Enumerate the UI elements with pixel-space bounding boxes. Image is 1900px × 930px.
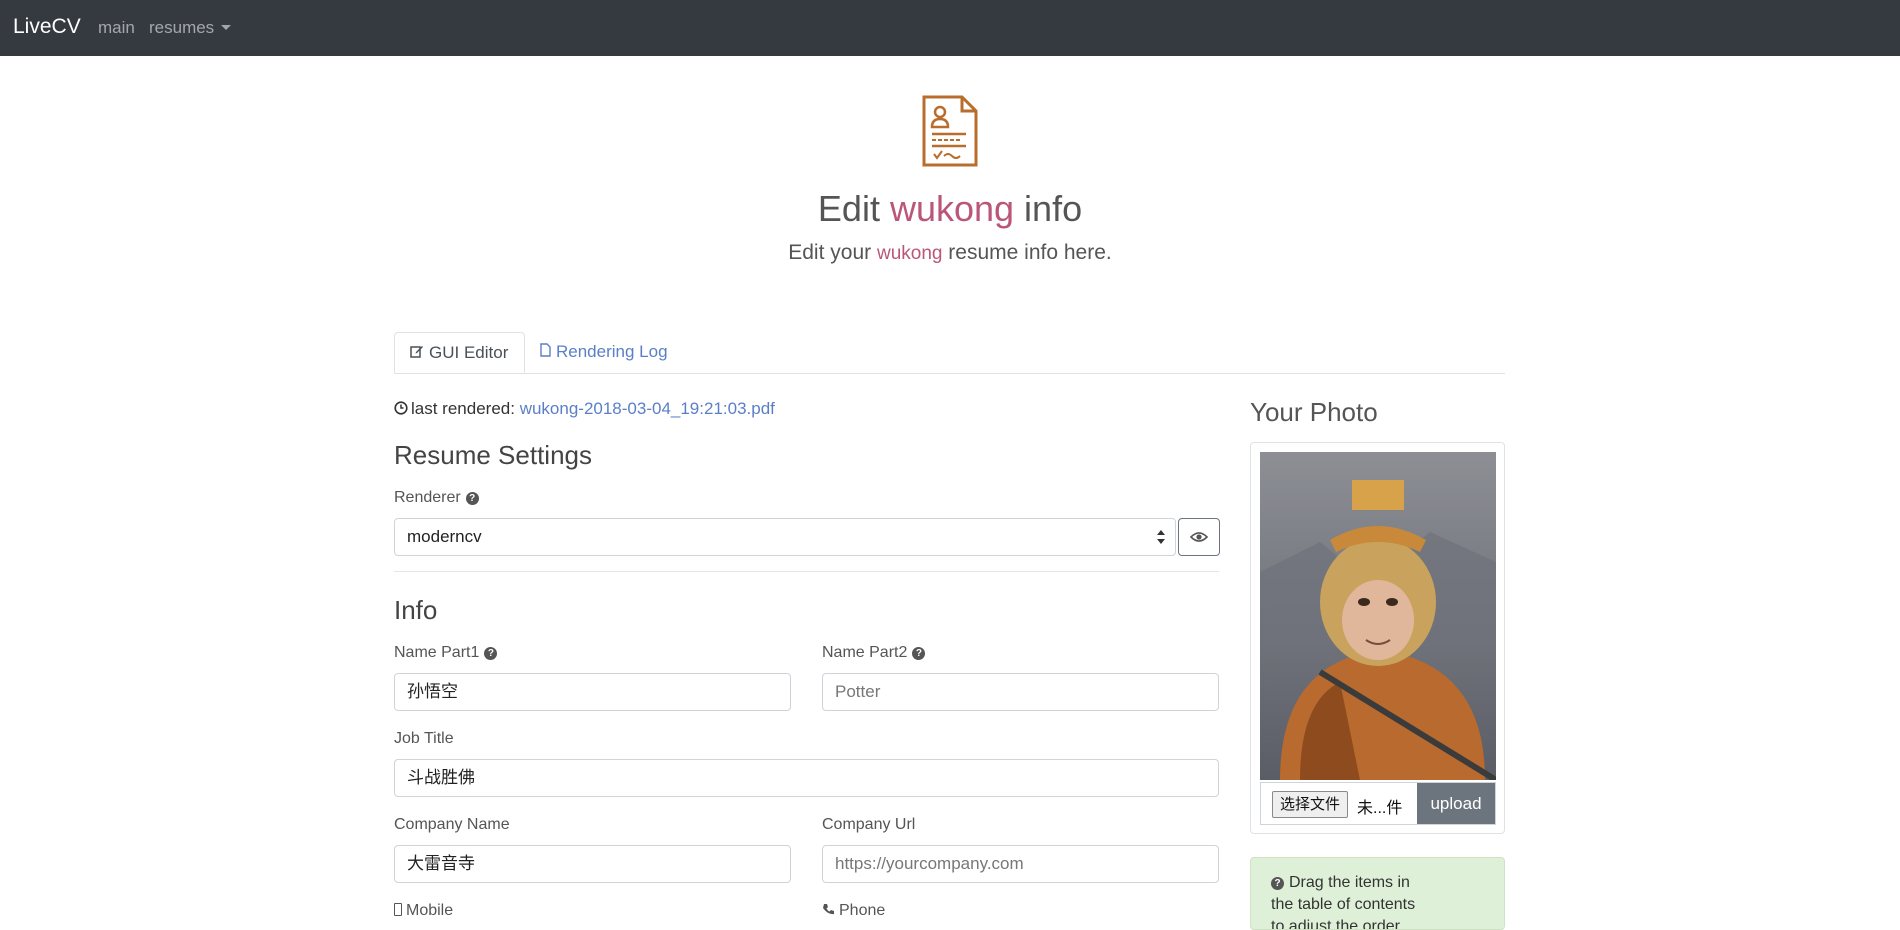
tab-rendering-log[interactable]: Rendering Log [525,332,683,373]
subtitle-prefix: Edit your [788,241,877,264]
company-url-input[interactable]: https://yourcompany.com [822,845,1219,883]
tip-line-3: to adjust the order. [1271,918,1404,930]
page-title: Edit wukong info [0,188,1900,230]
phone-label-text: Phone [839,902,886,919]
title-username: wukong [889,188,1015,229]
company-name-input[interactable]: 大雷音寺 [394,845,791,883]
navbar: LiveCV main resumes [0,0,1900,56]
question-circle-icon[interactable]: ? [484,647,498,660]
name-part1-input[interactable]: 孙悟空 [394,673,791,711]
tab-gui-editor-label: GUI Editor [429,343,509,362]
company-name-label: Company Name [394,816,510,833]
info-heading: Info [394,595,438,625]
resume-settings-heading: Resume Settings [394,440,592,470]
question-circle-icon[interactable]: ? [912,647,926,660]
subtitle-suffix: resume info here. [942,241,1112,264]
job-title-label: Job Title [394,730,454,747]
mobile-label: Mobile [394,902,453,920]
your-photo-heading: Your Photo [1250,397,1378,427]
file-icon [540,333,551,373]
phone-icon [822,903,835,921]
nav-dropdown-resumes[interactable]: resumes [149,18,232,38]
nav-dropdown-label: resumes [149,18,215,37]
name-part2-label: Name Part2? [822,644,926,662]
last-rendered-label: last rendered: [411,399,515,418]
photo-card: 选择文件 未...件 upload [1250,442,1505,834]
renderer-select-value: moderncv [407,527,482,546]
name-part1-label-text: Name Part1 [394,644,480,661]
profile-photo [1260,452,1496,780]
job-title-input[interactable]: 斗战胜佛 [394,759,1219,797]
upload-button[interactable]: upload [1417,783,1495,824]
renderer-select[interactable]: moderncv [394,518,1176,556]
last-rendered: last rendered: wukong-2018-03-04_19:21:0… [394,399,775,420]
subtitle-username: wukong [876,243,943,264]
nav-link-main[interactable]: main [98,18,135,38]
name-part2-label-text: Name Part2 [822,644,908,661]
renderer-label-text: Renderer [394,489,461,506]
select-arrows-icon [1157,530,1165,544]
clock-icon [394,400,408,420]
caret-down-icon [221,25,232,30]
tip-line-2: the table of contents [1271,896,1416,913]
resume-document-icon [922,95,978,167]
renderer-label: Renderer? [394,489,479,507]
name-part1-label: Name Part1? [394,644,498,662]
page-subtitle: Edit your wukong resume info here. [0,241,1900,265]
selected-file-name: 未...件 [1357,800,1403,817]
brand-logo[interactable]: LiveCV [13,15,81,39]
divider [394,571,1219,572]
last-rendered-pdf-link[interactable]: wukong-2018-03-04_19:21:03.pdf [520,399,775,418]
drag-tip: ? Drag the items in the table of contents… [1250,857,1505,930]
mobile-icon [394,903,402,916]
choose-file-button[interactable]: 选择文件 [1272,791,1349,818]
tab-gui-editor[interactable]: GUI Editor [394,332,525,373]
editor-tabs: GUI Editor Rendering Log [394,332,1505,374]
title-suffix: info [1014,188,1083,229]
title-prefix: Edit [817,188,890,229]
tip-line-1: Drag the items in [1289,874,1410,891]
edit-icon [410,334,424,374]
name-part2-input[interactable]: Potter [822,673,1219,711]
question-circle-icon[interactable]: ? [465,492,479,505]
preview-renderer-button[interactable] [1178,518,1220,556]
mobile-label-text: Mobile [406,902,454,919]
tab-rendering-log-label: Rendering Log [556,342,668,361]
eye-icon [1190,532,1208,542]
photo-upload-group: 选择文件 未...件 upload [1260,782,1496,825]
question-circle-icon: ? [1271,877,1284,890]
company-url-label: Company Url [822,816,916,833]
phone-label: Phone [822,902,885,921]
